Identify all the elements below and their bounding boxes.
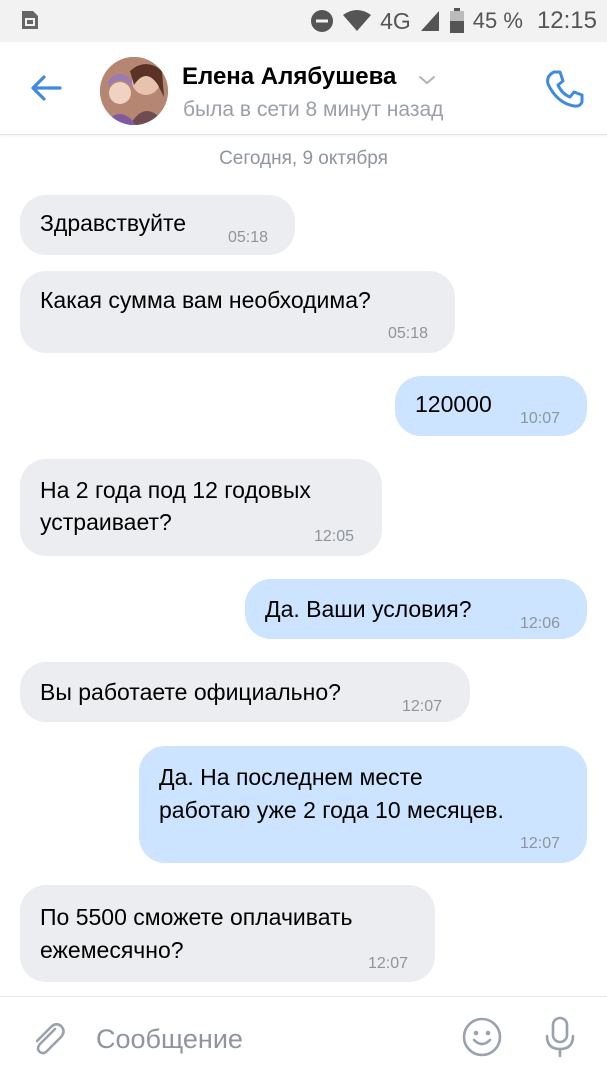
message-bubble-incoming[interactable]: На 2 года под 12 годовых устраивает? 12:…	[20, 459, 382, 556]
status-bar: 4G 45 % 12:15	[0, 0, 607, 42]
battery-icon	[449, 8, 464, 33]
message-time: 10:07	[520, 410, 561, 427]
microphone-icon[interactable]	[540, 1015, 580, 1059]
message-bubble-incoming[interactable]: По 5500 сможете оплачивать ежемесячно? 1…	[20, 885, 435, 982]
message-text: Да. Ваши условия?	[265, 596, 472, 622]
message-bubble-incoming[interactable]: Какая сумма вам необходима? 05:18	[20, 271, 455, 353]
wifi-icon	[343, 10, 372, 31]
message-time: 12:06	[520, 615, 561, 632]
message-input[interactable]	[96, 1021, 436, 1057]
message-text: По 5500 сможете оплачивать	[40, 904, 353, 930]
signal-icon	[420, 11, 439, 31]
status-time: 12:15	[536, 7, 597, 34]
message-text: работаю уже 2 года 10 месяцев.	[159, 797, 504, 823]
contact-name[interactable]: Елена Алябушева	[182, 63, 396, 91]
message-time: 12:07	[520, 835, 561, 852]
phone-icon[interactable]	[543, 68, 585, 110]
avatar-photo	[100, 57, 168, 125]
sim-card-icon	[22, 11, 38, 29]
message-text: ежемесячно?	[40, 937, 184, 963]
message-time: 12:07	[402, 698, 443, 715]
message-text: Какая сумма вам необходима?	[40, 287, 371, 313]
message-text: устраивает?	[40, 509, 172, 535]
chat-header: Елена Алябушева была в сети 8 минут наза…	[0, 42, 607, 135]
message-text: Здравствуйте	[40, 210, 187, 236]
message-time: 05:18	[388, 325, 429, 342]
message-time: 12:05	[314, 528, 355, 545]
back-arrow-icon[interactable]	[26, 68, 66, 108]
network-type: 4G	[380, 7, 411, 34]
emoji-icon[interactable]	[461, 1016, 503, 1058]
message-bubble-outgoing[interactable]: Да. На последнем месте работаю уже 2 год…	[139, 746, 587, 863]
message-bubble-incoming[interactable]: Вы работаете официально? 12:07	[20, 662, 470, 722]
message-time: 05:18	[228, 229, 269, 246]
message-text: Вы работаете официально?	[40, 679, 341, 705]
contact-status: была в сети 8 минут назад	[183, 98, 444, 121]
chevron-down-icon[interactable]	[418, 74, 436, 86]
status-icons: 4G 45 % 12:15	[310, 0, 597, 42]
message-bubble-outgoing[interactable]: 120000 10:07	[395, 376, 587, 436]
do-not-disturb-icon	[311, 10, 334, 32]
chat-area[interactable]: Сегодня, 9 октября Здравствуйте 05:18 Ка…	[0, 134, 607, 996]
message-text: 120000	[415, 391, 492, 417]
message-text: На 2 года под 12 годовых	[40, 477, 311, 503]
avatar[interactable]	[100, 57, 168, 125]
message-bubble-outgoing[interactable]: Да. Ваши условия? 12:06	[245, 579, 587, 639]
date-separator: Сегодня, 9 октября	[219, 148, 388, 169]
battery-percent: 45 %	[472, 8, 523, 33]
message-composer	[0, 996, 607, 1081]
message-time: 12:07	[368, 955, 409, 972]
paperclip-icon[interactable]	[28, 1019, 68, 1059]
message-bubble-incoming[interactable]: Здравствуйте 05:18	[20, 195, 295, 255]
message-text: Да. На последнем месте	[159, 764, 423, 790]
